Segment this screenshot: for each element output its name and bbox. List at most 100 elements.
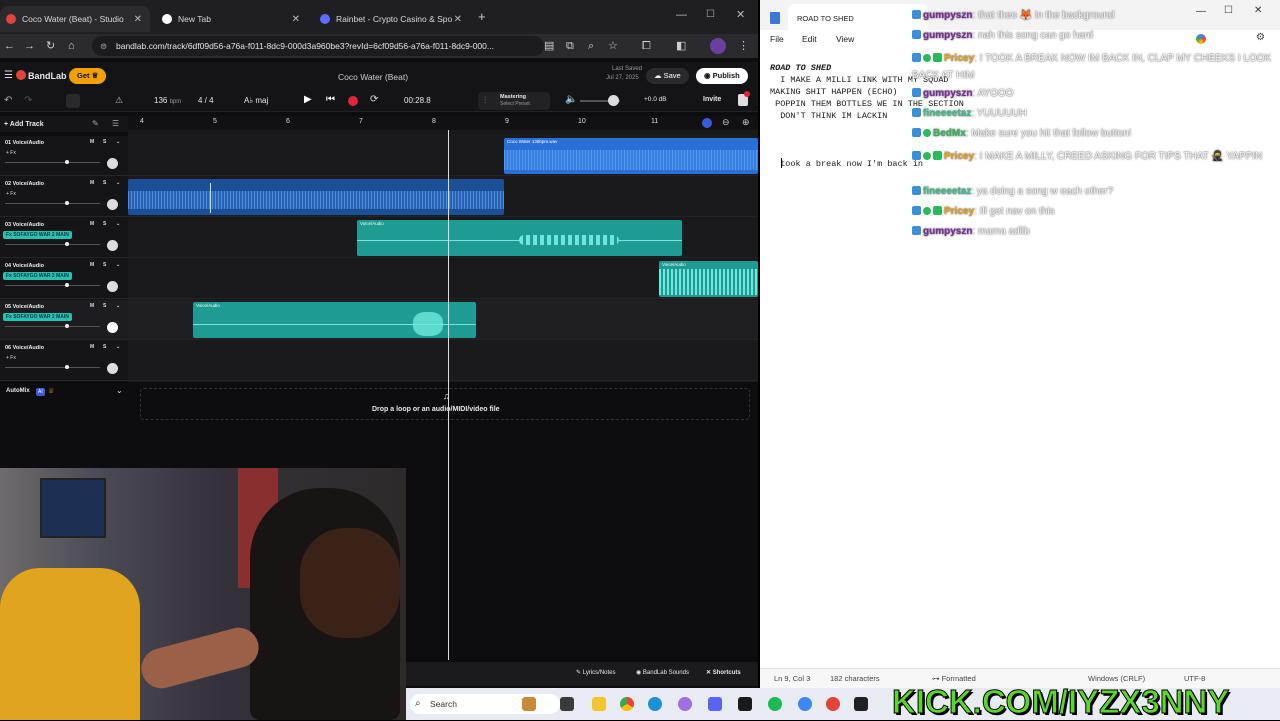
- zoom-out-icon[interactable]: ⊖: [722, 117, 730, 128]
- close-window-icon[interactable]: ✕: [736, 8, 745, 21]
- volume-handle[interactable]: [65, 283, 69, 287]
- close-window-icon[interactable]: ✕: [1254, 5, 1262, 16]
- close-tab-icon[interactable]: ✕: [292, 14, 300, 25]
- drop-zone[interactable]: ♫ Drop a loop or an audio/MIDI/video fil…: [140, 388, 750, 420]
- time-signature[interactable]: 4 / 4: [198, 96, 214, 105]
- close-tab-icon[interactable]: ✕: [134, 14, 142, 25]
- extensions-icon[interactable]: ⧠: [642, 38, 651, 54]
- forward-icon[interactable]: →: [24, 38, 35, 54]
- solo-button[interactable]: S: [103, 139, 106, 145]
- edge-icon[interactable]: [648, 697, 662, 711]
- file-explorer-icon[interactable]: [592, 697, 606, 711]
- track-lane[interactable]: Coco Water 136bpm.wav: [128, 136, 758, 176]
- track-volume-slider[interactable]: [5, 203, 100, 204]
- encoding[interactable]: UTF-8: [1184, 674, 1205, 683]
- address-bar[interactable]: ⊜ bandlab.com/track/6df09d56-a76a-f011-8…: [92, 36, 544, 56]
- solo-button[interactable]: S: [103, 303, 106, 309]
- audio-clip[interactable]: Voice/Audio: [357, 220, 682, 256]
- add-fx-button[interactable]: + Fx: [3, 149, 19, 157]
- track-volume-slider[interactable]: [5, 326, 100, 327]
- chevron-down-icon[interactable]: ⌄: [116, 180, 120, 186]
- back-icon[interactable]: ←: [4, 38, 15, 54]
- copilot-icon[interactable]: [1196, 34, 1206, 44]
- undo-icon[interactable]: ↶: [4, 95, 12, 106]
- track-header[interactable]: 06 Voice/Audio + Fx M S ⌄: [0, 341, 128, 381]
- discord-icon[interactable]: [708, 697, 722, 711]
- solo-button[interactable]: S: [103, 180, 106, 186]
- zoom-in-icon[interactable]: ⊕: [742, 117, 750, 128]
- close-tab-icon[interactable]: ✕: [454, 14, 462, 25]
- volume-handle[interactable]: [65, 242, 69, 246]
- mute-button[interactable]: M: [90, 262, 94, 268]
- add-fx-button[interactable]: + Fx: [3, 190, 19, 198]
- volume-handle[interactable]: [65, 160, 69, 164]
- site-info-icon[interactable]: ⊜: [100, 36, 107, 56]
- profile-avatar[interactable]: [710, 38, 726, 54]
- menu-edit[interactable]: Edit: [802, 34, 817, 44]
- audio-clip-beat[interactable]: Coco Water 136bpm.wav: [504, 138, 758, 174]
- pan-knob[interactable]: [107, 158, 118, 169]
- notepad-tab[interactable]: ROAD TO SHED: [788, 4, 928, 32]
- track-lanes[interactable]: Coco Water 136bpm.wav Voice/Audio Voice/…: [128, 130, 758, 382]
- line-ending[interactable]: Windows (CRLF): [1088, 674, 1145, 683]
- home-icon[interactable]: ⌂: [68, 38, 75, 54]
- task-view-icon[interactable]: [560, 697, 574, 711]
- menu-dots-icon[interactable]: ⋮: [738, 38, 749, 54]
- reader-icon[interactable]: ▤: [544, 38, 554, 54]
- new-tab-icon[interactable]: +: [478, 9, 486, 24]
- minimize-icon[interactable]: —: [1196, 6, 1206, 17]
- chrome-profile-icon[interactable]: [798, 697, 812, 711]
- install-icon[interactable]: ⧉: [566, 38, 574, 54]
- track-header[interactable]: 02 Voice/Audio + Fx M S ⌄: [0, 177, 128, 217]
- loop-icon[interactable]: ⟳: [370, 94, 378, 105]
- view-toggle-icon[interactable]: [66, 94, 80, 108]
- fx-preset-tag[interactable]: Fx SOFAYGO WAR 2 MAIN: [3, 231, 72, 239]
- automix-row[interactable]: AutoMix AI ♕ ⌄: [0, 384, 128, 402]
- app-icon[interactable]: [678, 697, 692, 711]
- audio-clip[interactable]: Voice/Audio: [659, 261, 758, 297]
- solo-button[interactable]: S: [103, 344, 106, 350]
- tempo-value[interactable]: 136 bpm: [154, 96, 181, 105]
- chevron-down-icon[interactable]: ⌄: [116, 139, 120, 145]
- mastering-selector[interactable]: ⫶ Mastering Select Preset: [478, 92, 550, 110]
- chevron-down-icon[interactable]: ⌄: [116, 344, 120, 350]
- audio-clip[interactable]: Voice/Audio: [193, 302, 476, 338]
- track-header[interactable]: 04 Voice/Audio Fx SOFAYGO WAR 2 MAIN M S…: [0, 259, 128, 299]
- reload-icon[interactable]: ↻: [46, 38, 55, 54]
- solo-button[interactable]: S: [103, 221, 106, 227]
- track-header[interactable]: 01 Voice/Audio + Fx M S ⌄: [0, 136, 128, 176]
- mute-button[interactable]: M: [90, 344, 94, 350]
- tab-rainbet[interactable]: Rainbet - Crypto Casino & Spo ✕: [314, 6, 470, 32]
- chevron-down-icon[interactable]: ⌄: [116, 386, 123, 395]
- chevron-down-icon[interactable]: ⌄: [116, 303, 120, 309]
- chevron-down-icon[interactable]: ⌄: [116, 221, 120, 227]
- capcut-icon[interactable]: [738, 697, 752, 711]
- track-lane-selected[interactable]: Voice/Audio: [128, 300, 758, 340]
- track-volume-slider[interactable]: [5, 244, 100, 245]
- timeline-ruler[interactable]: 4 5 6 7 8 9 10 11 ⊖ ⊕: [128, 116, 758, 130]
- save-button[interactable]: ☁ Save: [646, 68, 689, 84]
- track-header-selected[interactable]: 05 Voice/Audio Fx SOFAYGO WAR 2 MAIN M S…: [0, 300, 128, 340]
- track-header[interactable]: 03 Voice/Audio Fx SOFAYGO WAR 2 MAIN M S…: [0, 218, 128, 258]
- search-highlight-icon[interactable]: [522, 697, 536, 711]
- sidebar-icon[interactable]: ◧: [676, 38, 686, 54]
- key-selector[interactable]: A♭ maj: [244, 96, 268, 105]
- volume-handle[interactable]: [65, 365, 69, 369]
- mute-button[interactable]: M: [90, 139, 94, 145]
- menu-file[interactable]: File: [770, 34, 784, 44]
- metronome-icon[interactable]: ⚠: [115, 95, 123, 106]
- volume-handle[interactable]: [65, 324, 69, 328]
- bookmark-star-icon[interactable]: ☆: [608, 38, 618, 54]
- track-lane[interactable]: Voice/Audio: [128, 218, 758, 258]
- solo-button[interactable]: S: [103, 262, 106, 268]
- mute-button[interactable]: M: [90, 303, 94, 309]
- publish-button[interactable]: ◉ Publish: [696, 68, 748, 84]
- redo-icon[interactable]: ↷: [24, 95, 32, 106]
- tools-icon[interactable]: ✎: [92, 119, 99, 128]
- lyrics-notes-button[interactable]: ✎ Lyrics/Notes: [576, 669, 616, 676]
- maximize-icon[interactable]: ☐: [706, 9, 715, 20]
- hamburger-icon[interactable]: ☰: [4, 70, 13, 81]
- pan-knob[interactable]: [107, 322, 118, 333]
- playhead[interactable]: [448, 130, 449, 660]
- track-lane[interactable]: [128, 341, 758, 381]
